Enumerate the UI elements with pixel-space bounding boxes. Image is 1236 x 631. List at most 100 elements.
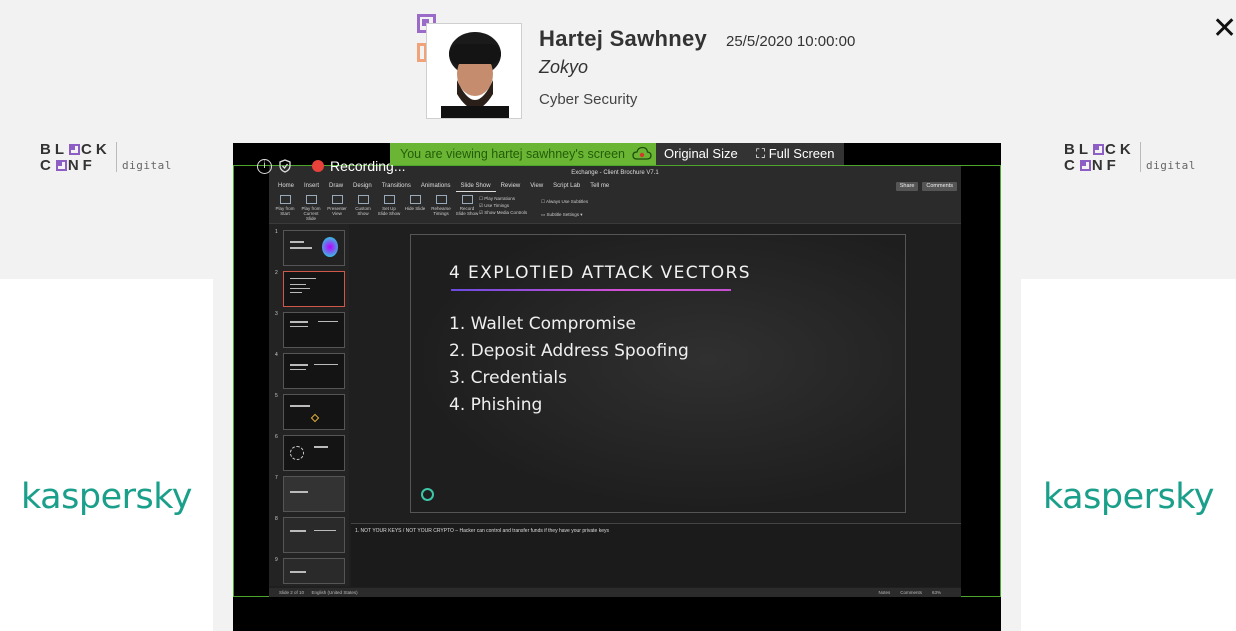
slide-brand-logo-icon	[421, 488, 434, 501]
slide-bullet-list: 1. Wallet Compromise 2. Deposit Address …	[449, 311, 689, 419]
logo-text: BL	[1064, 141, 1092, 158]
ribbon-label: Play from Current Slide	[301, 206, 321, 221]
comments-button[interactable]: Comments	[922, 182, 957, 191]
record-dot-icon	[312, 160, 324, 172]
shield-icon[interactable]	[278, 159, 292, 173]
thumb-text	[290, 247, 312, 249]
slide-thumbnail[interactable]	[283, 435, 345, 471]
ppt-menu-tabs: Home Insert Draw Design Transitions Anim…	[269, 181, 961, 192]
ppt-status-bar: Slide 2 of 10 English (United States) No…	[269, 588, 961, 597]
blockconf-logo-right: BL CK C NF digital	[1064, 142, 1204, 182]
viewing-screen-banner: You are viewing hartej sawhney's screen	[390, 143, 656, 165]
powerpoint-window: Exchange - Client Brochure V7.1 Home Ins…	[269, 166, 961, 597]
record-icon	[461, 195, 473, 204]
logo-text: CK	[1105, 141, 1135, 158]
slide-thumbnail[interactable]	[283, 230, 345, 266]
ribbon-subtitles: ☐ Always Use Subtitles ▭ Subtitle Settin…	[541, 195, 588, 221]
cloud-icon	[632, 146, 652, 160]
tab-view[interactable]: View	[525, 181, 548, 192]
tab-home[interactable]: Home	[273, 181, 299, 192]
comments-toggle[interactable]: Comments	[900, 588, 922, 597]
tab-draw[interactable]: Draw	[324, 181, 348, 192]
slide-bullet: 2. Deposit Address Spoofing	[449, 341, 689, 361]
hide-slide-button[interactable]: Hide Slide	[403, 192, 427, 223]
logo-subtitle: digital	[1146, 159, 1196, 172]
thumb-text	[290, 405, 310, 407]
full-screen-label: Full Screen	[768, 146, 835, 161]
ribbon-label: Rehearse Timings	[431, 206, 451, 216]
recording-indicator: i Recording...	[257, 158, 405, 174]
tab-tell-me[interactable]: Tell me	[585, 181, 614, 192]
presenter-icon	[331, 195, 343, 204]
thumb-text	[290, 326, 308, 327]
slide-thumbnail[interactable]	[283, 476, 345, 512]
slide-title: 4 EXPLOTIED ATTACK VECTORS	[449, 263, 751, 283]
sponsor-logo: kaspersky	[1043, 477, 1214, 517]
checkbox-play-narrations[interactable]: ☐ Play Narrations	[479, 195, 527, 202]
checkbox-media-controls[interactable]: ☑ Show Media Controls	[479, 209, 527, 216]
thumb-number: 4	[275, 352, 278, 358]
speaker-notes[interactable]: 1. NOT YOUR KEYS / NOT YOUR CRYPTO – Hac…	[351, 523, 961, 587]
logo-text: BL	[40, 141, 68, 158]
thumb-graphic	[290, 446, 304, 460]
rehearse-timings-button[interactable]: Rehearse Timings	[429, 192, 453, 223]
tab-script-lab[interactable]: Script Lab	[548, 181, 585, 192]
sponsor-panel-left[interactable]: kaspersky	[0, 279, 213, 631]
play-from-current-button[interactable]: Play from Current Slide	[299, 192, 323, 223]
screen-share-video[interactable]: Exchange - Client Brochure V7.1 Home Ins…	[233, 143, 1001, 631]
close-icon[interactable]: ✕	[1212, 14, 1236, 44]
thumb-text	[290, 292, 302, 293]
thumb-number: 7	[275, 475, 278, 481]
zoom-level[interactable]: 63%	[932, 588, 941, 597]
thumb-number: 6	[275, 434, 278, 440]
viewing-banner-text: You are viewing hartej sawhney's screen	[400, 147, 625, 161]
presenter-view-button[interactable]: Presenter View	[325, 192, 349, 223]
ribbon-label: Hide Slide	[404, 206, 426, 211]
play-icon	[279, 195, 291, 204]
checkbox-use-timings[interactable]: ☑ Use Timings	[479, 202, 527, 209]
checkbox-label: Play Narrations	[484, 196, 516, 201]
thumb-text	[314, 364, 338, 365]
sponsor-panel-right[interactable]: kaspersky	[1021, 279, 1236, 631]
tab-animations[interactable]: Animations	[416, 181, 456, 192]
ribbon-label: Record Slide Show	[455, 206, 479, 216]
ppt-window-title: Exchange - Client Brochure V7.1	[571, 170, 659, 176]
logo-text: C	[1064, 157, 1079, 174]
slide-thumbnail-pane: 1 2 3 4 5 6 7 8 9	[269, 224, 349, 586]
logo-square-icon	[1079, 159, 1091, 171]
ribbon-label: Play from Start	[275, 206, 295, 216]
thumb-text	[290, 278, 316, 279]
tab-slide-show[interactable]: Slide Show	[455, 181, 496, 192]
tab-transitions[interactable]: Transitions	[377, 181, 416, 192]
custom-show-button[interactable]: Custom Show	[351, 192, 375, 223]
ribbon-label: Set Up Slide Show	[377, 206, 401, 216]
slide-thumbnail[interactable]	[283, 394, 345, 430]
play-from-start-button[interactable]: Play from Start	[273, 192, 297, 223]
fullscreen-icon: ⛶	[756, 147, 766, 162]
subtitle-settings-dropdown[interactable]: ▭ Subtitle Settings ▾	[541, 208, 588, 221]
thumb-text	[290, 288, 310, 289]
slide-thumbnail[interactable]	[283, 312, 345, 348]
slide-thumbnail-selected[interactable]	[283, 271, 345, 307]
set-up-slide-show-button[interactable]: Set Up Slide Show	[377, 192, 401, 223]
tab-review[interactable]: Review	[496, 181, 526, 192]
slide-thumbnail[interactable]	[283, 517, 345, 553]
tab-insert[interactable]: Insert	[299, 181, 324, 192]
record-slide-show-button[interactable]: Record Slide Show	[455, 192, 479, 223]
logo-text: NF	[67, 157, 96, 174]
slide-thumbnail[interactable]	[283, 558, 345, 584]
logo-subtitle: digital	[122, 159, 172, 172]
slide-thumbnail[interactable]	[283, 353, 345, 389]
logo-square-icon	[1093, 143, 1104, 155]
notes-toggle[interactable]: Notes	[878, 588, 890, 597]
checkbox-label: Always Use Subtitles	[546, 199, 589, 204]
share-button[interactable]: Share	[895, 182, 919, 191]
tab-design[interactable]: Design	[348, 181, 377, 192]
slide-bullet: 1. Wallet Compromise	[449, 314, 636, 334]
info-icon[interactable]: i	[257, 158, 272, 174]
speaker-name: Hartej Sawhney	[539, 26, 708, 51]
original-size-button[interactable]: Original Size	[656, 143, 748, 165]
checkbox-always-subtitles[interactable]: ☐ Always Use Subtitles	[541, 195, 588, 208]
speaker-company: Zokyo	[539, 57, 589, 77]
full-screen-button[interactable]: ⛶ Full Screen	[748, 143, 844, 165]
